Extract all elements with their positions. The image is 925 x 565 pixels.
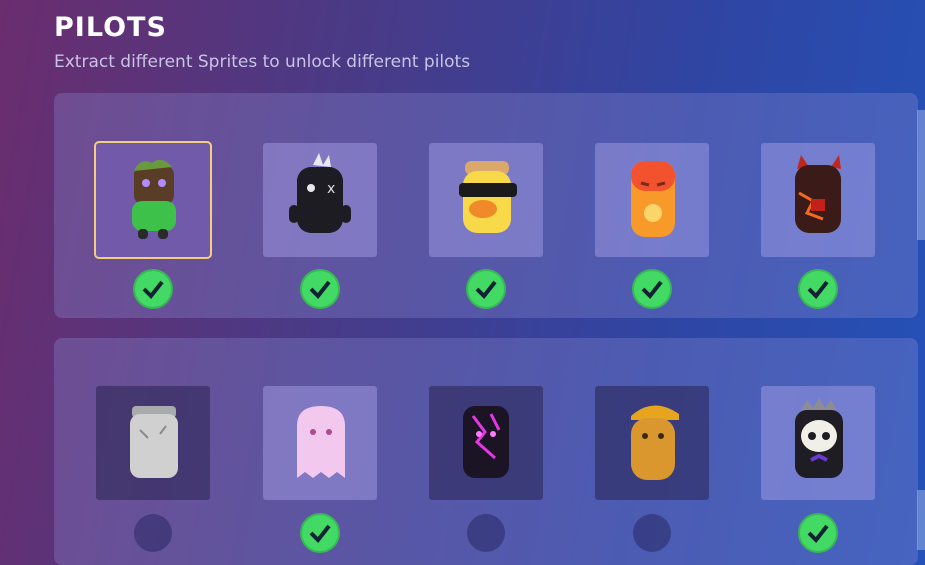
fire-sprite-icon — [631, 161, 675, 237]
pilot-tile-4[interactable] — [595, 143, 709, 257]
pilot-tile-2[interactable]: x — [263, 143, 377, 257]
unlocked-check-icon — [798, 269, 838, 309]
duck-sunglasses-sprite-icon — [459, 161, 517, 233]
svg-text:x: x — [327, 181, 335, 197]
pilot-tile-10[interactable] — [761, 386, 875, 500]
pilot-tile-5[interactable] — [761, 143, 875, 257]
skull-crown-sprite-icon — [795, 398, 843, 478]
pilot-tile-1[interactable] — [94, 141, 212, 259]
offscreen-panel-edge — [917, 110, 925, 240]
pilot-tile-7[interactable] — [263, 386, 377, 500]
unlocked-check-icon — [133, 269, 173, 309]
locked-indicator — [134, 514, 172, 552]
stone-sprite-icon — [130, 406, 178, 478]
punk-sprite-icon: x — [289, 153, 351, 233]
unlocked-check-icon — [632, 269, 672, 309]
offscreen-panel-edge — [917, 490, 925, 550]
page-subtitle: Extract different Sprites to unlock diff… — [54, 52, 471, 72]
unlocked-check-icon — [466, 269, 506, 309]
pilot-tile-9[interactable] — [595, 386, 709, 500]
void-lightning-sprite-icon — [463, 406, 509, 478]
page-title: PILOTS — [54, 12, 167, 43]
unlocked-check-icon — [300, 269, 340, 309]
pilot-tile-6[interactable] — [96, 386, 210, 500]
locked-indicator — [467, 514, 505, 552]
ghost-sprite-icon — [297, 406, 345, 478]
locked-indicator — [633, 514, 671, 552]
unlocked-check-icon — [300, 513, 340, 553]
pilot-tile-3[interactable] — [429, 143, 543, 257]
forest-sprite-icon — [132, 159, 176, 239]
lava-demon-sprite-icon — [795, 155, 841, 233]
peanut-cap-sprite-icon — [631, 405, 679, 480]
pilot-tile-8[interactable] — [429, 386, 543, 500]
unlocked-check-icon — [798, 513, 838, 553]
